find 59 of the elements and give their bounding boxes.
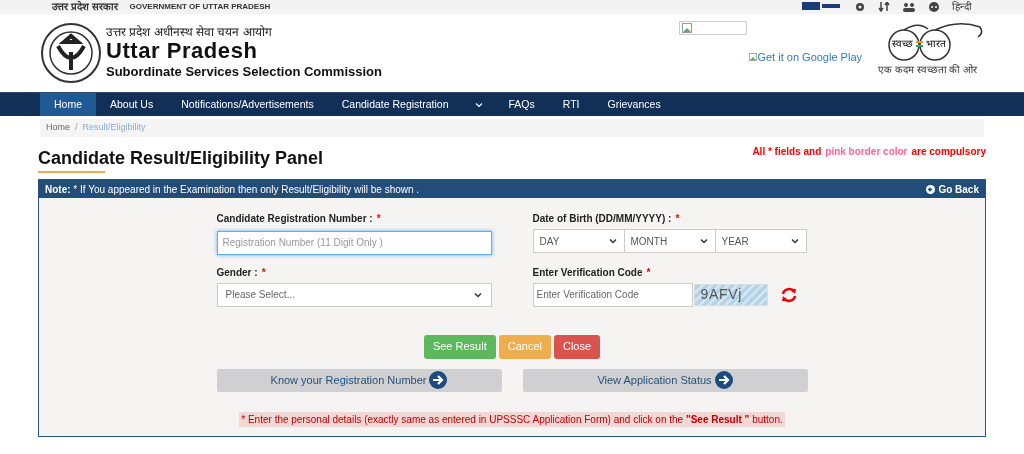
language-link[interactable]: हिन्दी: [952, 2, 972, 12]
captcha-image: 9AFVj: [693, 283, 768, 306]
site-subtitle: Subordinate Services Selection Commission: [106, 62, 382, 81]
action-button[interactable]: Close: [553, 334, 601, 359]
settings-icon[interactable]: [854, 2, 866, 12]
government-text: GOVERNMENT OF UTTAR PRADESH: [129, 1, 271, 13]
date-select[interactable]: MONTH: [623, 229, 716, 253]
nic-logo-icon: [802, 2, 842, 12]
commission-hindi-name: उत्तर प्रदेश अधीनस्थ सेवा चयन आयोग: [106, 24, 273, 40]
instruction-note: * Enter the personal details (exactly same as entered in UPSSSC Application Form) and click on the "See Result " button.: [239, 411, 785, 427]
refresh-icon[interactable]: [779, 285, 798, 304]
caret-icon[interactable]: [474, 100, 483, 109]
breadcrumb-separator: /: [75, 121, 78, 135]
date-select[interactable]: YEAR: [714, 229, 807, 253]
field-label: Date of Birth (DD/MM/YYYY) :: [532, 212, 672, 226]
nav-item[interactable]: About Us: [96, 93, 168, 116]
swachh-tagline: एक कदम स्वच्छता की ओर: [878, 65, 978, 75]
field-label: Candidate Registration Number :: [216, 212, 373, 226]
arrow-right-circle-icon: [429, 371, 448, 389]
emblem-logo-icon: [40, 22, 102, 84]
info-link-button[interactable]: View Application Status: [522, 368, 808, 392]
arrow-right-circle-icon: [714, 371, 733, 389]
back-arrow-circle-icon: [926, 184, 936, 194]
info-link-button[interactable]: Know your Registration Number: [216, 368, 502, 392]
page-title: Candidate Result/Eligibility Panel: [38, 146, 324, 169]
required-mark: *: [376, 212, 381, 226]
required-mark: *: [261, 265, 266, 280]
compulsory-note: All * fields and: [752, 145, 822, 159]
google-play-link[interactable]: Get it on Google Play: [749, 49, 862, 66]
gender-select[interactable]: Please Select...: [216, 282, 492, 307]
nav-item[interactable]: Notifications/Advertisements: [167, 93, 328, 116]
chevron-down-icon: [607, 236, 618, 246]
field-label: Enter Verification Code: [532, 265, 643, 280]
breadcrumb-link[interactable]: Home: [46, 121, 70, 135]
users-icon[interactable]: [902, 2, 916, 12]
swachh-bharat-logo: स्वच्छ भारत: [878, 21, 984, 65]
compulsory-note: pink border color: [825, 145, 908, 159]
nav-item[interactable]: RTI: [548, 93, 594, 116]
broken-image-icon: [682, 23, 693, 33]
sort-icon[interactable]: [878, 2, 890, 12]
panel-note: Note:* If You appeared in the Examination then only Result/Eligibility will be shown .: [45, 182, 420, 197]
verification-code-input[interactable]: Enter Verification Code: [532, 282, 693, 307]
nav-item[interactable]: Candidate Registration: [327, 93, 463, 116]
field-label: Gender :: [216, 265, 258, 280]
nav-item[interactable]: Grievances: [593, 93, 675, 116]
site-title: Uttar Pradesh: [106, 39, 259, 62]
go-back-link[interactable]: Go Back: [926, 181, 979, 197]
nav-item[interactable]: Home: [40, 93, 96, 116]
required-mark: *: [646, 265, 651, 280]
chevron-down-icon: [789, 236, 800, 246]
registration-number-input[interactable]: Registration Number (11 Digit Only ): [216, 230, 492, 255]
government-hindi-text: उत्तर प्रदेश सरकार: [52, 2, 118, 12]
chevron-down-icon: [698, 236, 709, 246]
required-mark: *: [675, 212, 680, 226]
accessibility-icon[interactable]: [928, 2, 940, 12]
compulsory-note: are compulsory: [911, 145, 986, 159]
nav-item[interactable]: FAQs: [494, 93, 549, 116]
broken-image-icon: [749, 52, 758, 63]
date-select[interactable]: DAY: [532, 229, 625, 253]
